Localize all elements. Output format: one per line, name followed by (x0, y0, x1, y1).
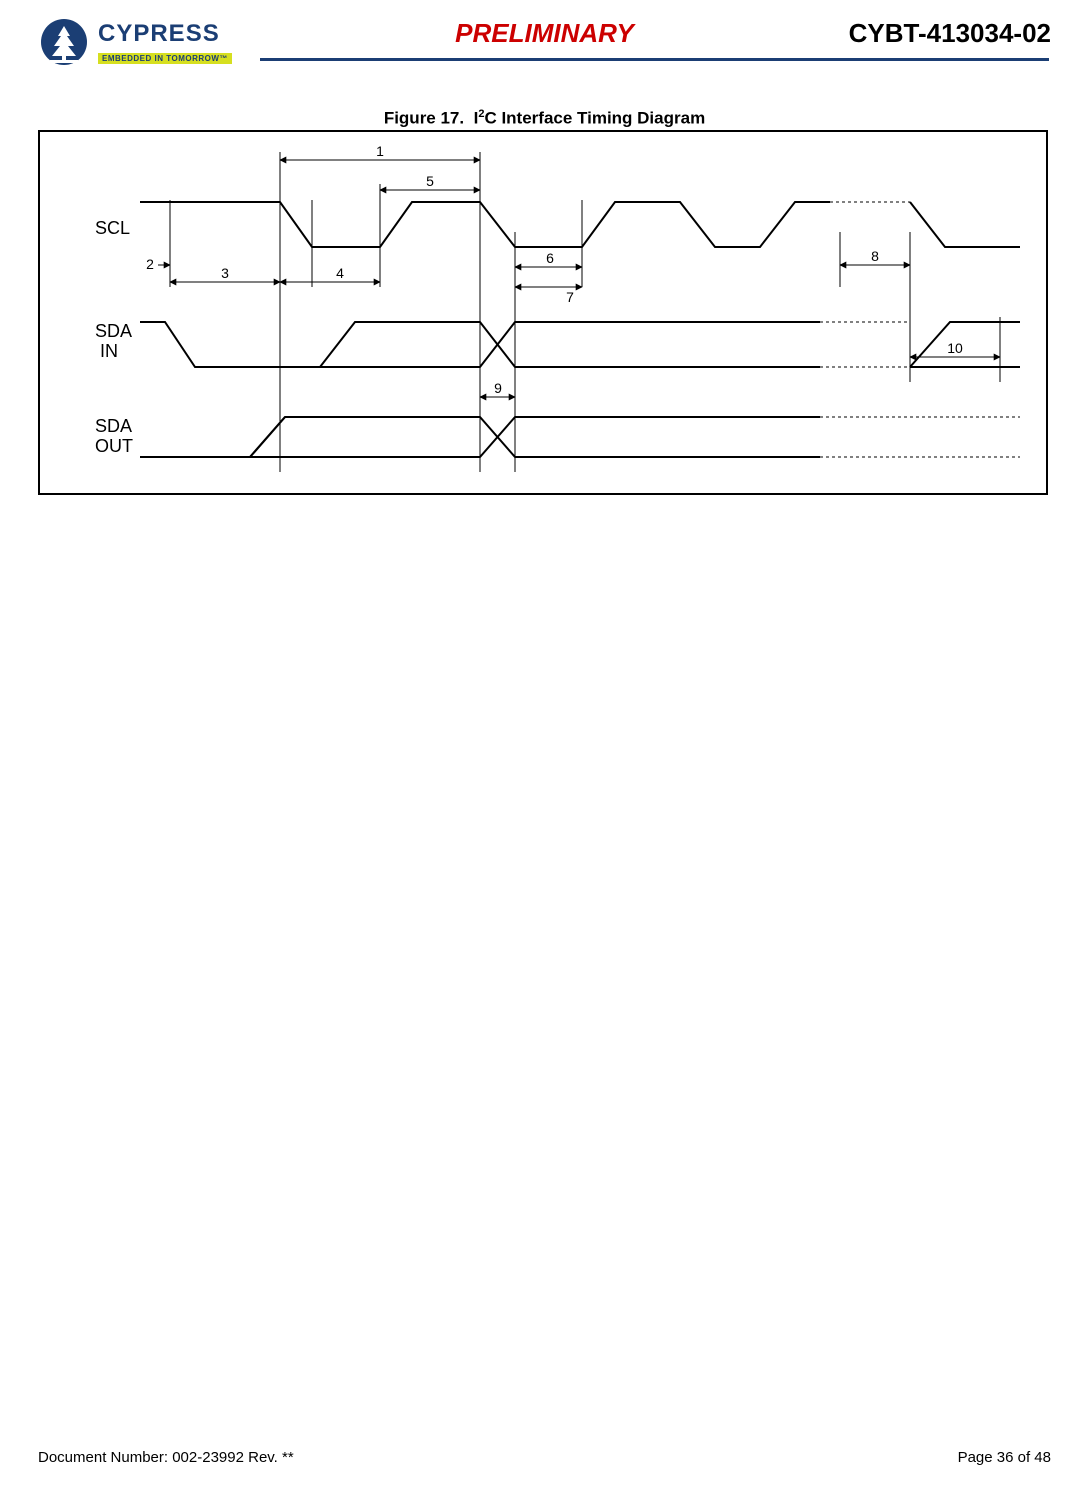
page: CYPRESS EMBEDDED IN TOMORROW™ PRELIMINAR… (0, 0, 1089, 1494)
marker-2: 2 (146, 256, 154, 272)
sda-out-waveform (140, 417, 1020, 457)
document-number: Document Number: 002-23992 Rev. ** (38, 1449, 294, 1466)
marker-6: 6 (546, 250, 554, 266)
sda-out-label-b: OUT (95, 436, 133, 456)
marker-5: 5 (426, 173, 434, 189)
sda-out-label-a: SDA (95, 416, 132, 436)
logo-tagline: EMBEDDED IN TOMORROW™ (98, 53, 232, 64)
preliminary-label: PRELIMINARY (455, 18, 634, 49)
sda-in-label-a: SDA (95, 321, 132, 341)
marker-9: 9 (494, 380, 502, 396)
scl-label: SCL (95, 218, 130, 238)
cypress-logo: CYPRESS EMBEDDED IN TOMORROW™ (38, 18, 248, 66)
header-divider (260, 58, 1049, 61)
scl-waveform (140, 202, 830, 247)
cypress-logo-text: CYPRESS EMBEDDED IN TOMORROW™ (98, 20, 232, 66)
cypress-tree-icon (38, 18, 90, 71)
marker-10: 10 (947, 340, 963, 356)
timing-diagram-frame: SCL SDA IN SDA OUT (38, 130, 1048, 495)
marker-3: 3 (221, 265, 229, 281)
marker-8: 8 (871, 248, 879, 264)
marker-7: 7 (566, 289, 574, 305)
logo-brand: CYPRESS (98, 20, 232, 48)
sda-in-waveform (140, 322, 1020, 367)
sda-in-label-b: IN (100, 341, 118, 361)
marker-4: 4 (336, 265, 344, 281)
timing-diagram: SCL SDA IN SDA OUT (40, 132, 1046, 493)
figure-caption: Figure 17. I2C Interface Timing Diagram (0, 108, 1089, 129)
part-number: CYBT-413034-02 (849, 18, 1051, 49)
page-number: Page 36 of 48 (958, 1449, 1051, 1466)
marker-1: 1 (376, 143, 384, 159)
figure-title-rest: C Interface Timing Diagram (484, 109, 705, 128)
figure-number: Figure 17. (384, 109, 464, 128)
page-header: CYPRESS EMBEDDED IN TOMORROW™ PRELIMINAR… (38, 18, 1051, 73)
